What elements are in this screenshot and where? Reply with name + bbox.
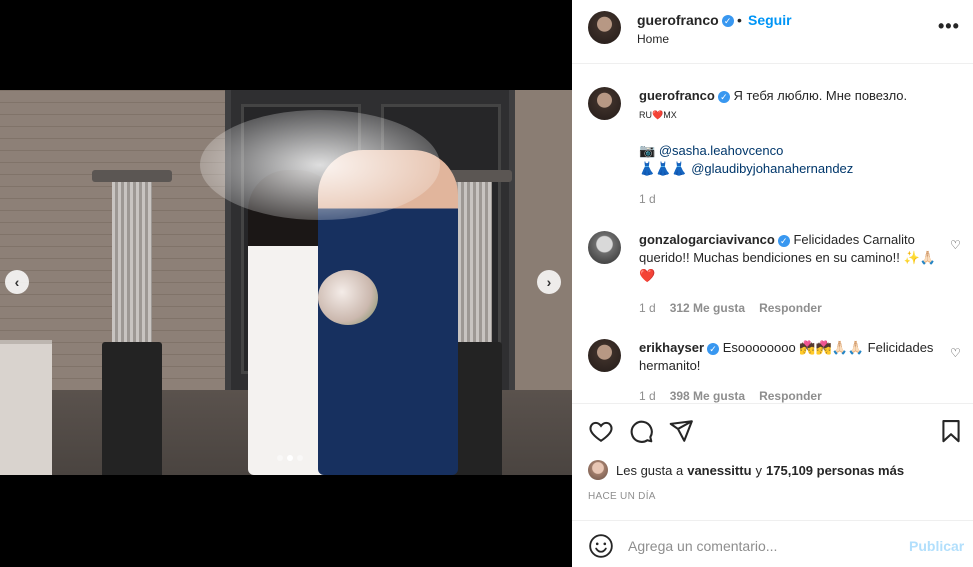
separator-dot: • — [737, 12, 742, 28]
commenter-username[interactable]: erikhayser — [639, 340, 704, 355]
carousel-dot — [297, 455, 303, 461]
likes-prefix: Les gusta a — [616, 462, 684, 478]
next-slide-button[interactable]: › — [537, 270, 561, 294]
liker-username[interactable]: vanessittu — [687, 463, 751, 478]
add-comment-bar: Publicar — [572, 520, 973, 567]
commenter-avatar[interactable] — [588, 339, 621, 372]
post-timestamp[interactable]: HACE UN DÍA — [588, 491, 656, 502]
camera-emoji: 📷 — [639, 143, 656, 158]
emoji-smiley-icon[interactable] — [588, 533, 614, 559]
bouquet — [318, 270, 378, 325]
post-media: ‹ › — [0, 0, 572, 567]
comment-input[interactable] — [628, 535, 898, 557]
brick-wall-right — [512, 90, 572, 390]
like-heart-icon[interactable] — [588, 418, 614, 444]
post-side-panel: guerofranco ✓ • Seguir Home ••• guerofran… — [572, 0, 973, 567]
likes-connector: y — [755, 462, 763, 478]
likes-count[interactable]: 175,109 personas más — [766, 463, 904, 478]
comment-time[interactable]: 1 d — [639, 301, 656, 315]
bookmark-icon[interactable] — [938, 418, 964, 444]
reply-button[interactable]: Responder — [759, 389, 822, 403]
carousel-indicator — [277, 455, 303, 461]
caption-time[interactable]: 1 d — [639, 192, 656, 206]
share-plane-icon[interactable] — [668, 418, 694, 444]
liker-avatar[interactable] — [588, 460, 608, 480]
verified-badge-icon: ✓ — [717, 90, 730, 103]
comment-bubble-icon[interactable] — [628, 418, 654, 444]
comments-list[interactable]: guerofranco ✓ Я тебя люблю. Мне повезло. … — [572, 65, 973, 403]
caption-username[interactable]: guerofranco — [639, 88, 715, 103]
comment-meta: 1 d 398 Me gusta Responder — [639, 389, 822, 403]
publish-button[interactable]: Publicar — [909, 538, 964, 554]
carousel-dot — [287, 455, 293, 461]
comment-like-heart-icon[interactable]: ♡ — [950, 346, 961, 360]
caption-flags: RU❤️MX — [639, 110, 677, 120]
commenter-username[interactable]: gonzalogarciavivanco — [639, 232, 775, 247]
caption-text: Я тебя люблю. Мне повезло. — [733, 88, 908, 103]
post-header: guerofranco ✓ • Seguir Home ••• — [572, 0, 973, 64]
chevron-right-icon: › — [546, 274, 552, 290]
comment-likes[interactable]: 398 Me gusta — [670, 389, 745, 403]
verified-badge-icon: ✓ — [777, 234, 790, 247]
verified-badge-icon: ✓ — [707, 342, 720, 355]
likes-summary: Les gusta a vanessittu y 175,109 persona… — [588, 460, 904, 480]
location-link[interactable]: Home — [637, 32, 669, 46]
post-photo[interactable] — [0, 90, 572, 475]
dress-emoji: 👗👗👗 — [639, 161, 688, 176]
author-username[interactable]: guerofranco — [637, 12, 719, 28]
comment-text-block: erikhayser ✓ Esoooooooo 💏💏🙏🏻🙏🏻 Felicidade… — [639, 339, 939, 375]
post-actions: Les gusta a vanessittu y 175,109 persona… — [572, 403, 973, 567]
veil — [200, 110, 440, 220]
author-username-wrap: guerofranco ✓ — [637, 12, 734, 28]
caption-avatar[interactable] — [588, 87, 621, 120]
comment-text-block: gonzalogarciavivanco ✓ Felicidades Carnal… — [639, 231, 939, 285]
chevron-left-icon: ‹ — [14, 274, 20, 290]
stone-pillar — [0, 340, 52, 475]
caption-text-block: guerofranco ✓ Я тебя люблю. Мне повезло. … — [639, 87, 939, 178]
author-avatar[interactable] — [588, 11, 621, 44]
more-options-icon[interactable]: ••• — [938, 16, 960, 37]
comment-meta: 1 d 312 Me gusta Responder — [639, 301, 822, 315]
comment-like-heart-icon[interactable]: ♡ — [950, 238, 961, 252]
caption-meta: 1 d — [639, 192, 656, 206]
prev-slide-button[interactable]: ‹ — [5, 270, 29, 294]
reply-button[interactable]: Responder — [759, 301, 822, 315]
comment-time[interactable]: 1 d — [639, 389, 656, 403]
mention-photographer[interactable]: @sasha.leahovcenco — [659, 143, 784, 158]
carousel-dot — [277, 455, 283, 461]
verified-badge-icon: ✓ — [721, 15, 734, 28]
mention-designer[interactable]: @glaudibyjohanahernandez — [691, 161, 853, 176]
commenter-avatar[interactable] — [588, 231, 621, 264]
follow-button[interactable]: Seguir — [748, 12, 792, 28]
comment-likes[interactable]: 312 Me gusta — [670, 301, 745, 315]
